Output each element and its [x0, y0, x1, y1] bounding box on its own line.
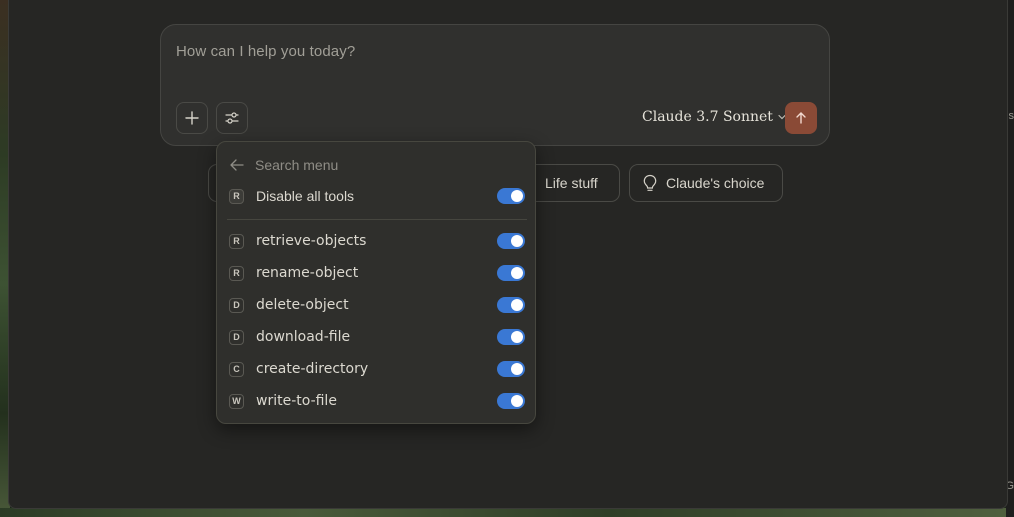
- tool-label: retrieve-objects: [256, 233, 367, 249]
- edge-glyph-top: s: [1008, 110, 1014, 122]
- tool-item-delete-object[interactable]: D delete-object: [229, 294, 525, 316]
- tool-item-download-file[interactable]: D download-file: [229, 326, 525, 348]
- toggle-switch[interactable]: [497, 393, 525, 409]
- model-selector[interactable]: Claude 3.7 Sonnet: [642, 107, 787, 127]
- menu-item-label: Disable all tools: [256, 188, 355, 204]
- tool-letter-badge: D: [229, 297, 244, 313]
- desktop-wallpaper-bottom: [0, 508, 1014, 517]
- tool-letter-badge: R: [229, 233, 244, 249]
- toggle-switch[interactable]: [497, 297, 525, 313]
- tool-letter-badge: R: [229, 265, 244, 281]
- menu-item-disable-all-tools[interactable]: R Disable all tools: [229, 185, 525, 207]
- toggle-switch[interactable]: [497, 329, 525, 345]
- menu-search[interactable]: Search menu: [229, 155, 338, 175]
- arrow-up-icon: [796, 112, 806, 124]
- tools-settings-button[interactable]: [216, 102, 248, 134]
- toggle-switch[interactable]: [497, 233, 525, 249]
- suggestion-chip-claudes-choice[interactable]: Claude's choice: [629, 164, 783, 202]
- sliders-icon: [225, 112, 239, 124]
- add-attachment-button[interactable]: [176, 102, 208, 134]
- tool-label: write-to-file: [256, 393, 337, 409]
- model-name: Claude 3.7 Sonnet: [642, 109, 773, 125]
- tool-letter-badge: W: [229, 393, 244, 409]
- tool-letter-badge: D: [229, 329, 244, 345]
- tool-label: create-directory: [256, 361, 369, 377]
- toggle-switch[interactable]: [497, 361, 525, 377]
- chip-label: Life stuff: [545, 175, 598, 191]
- chat-composer[interactable]: How can I help you today? Claude 3.7 Son…: [160, 24, 830, 146]
- tools-menu: Search menu R Disable all tools R retrie…: [216, 141, 536, 424]
- menu-divider: [227, 219, 527, 220]
- tool-item-rename-object[interactable]: R rename-object: [229, 262, 525, 284]
- toggle-switch[interactable]: [497, 265, 525, 281]
- prompt-input[interactable]: How can I help you today?: [176, 43, 355, 60]
- tool-label: rename-object: [256, 265, 359, 281]
- toggle-switch[interactable]: [497, 188, 525, 204]
- tool-item-write-to-file[interactable]: W write-to-file: [229, 390, 525, 412]
- send-button[interactable]: [785, 102, 817, 134]
- arrow-left-icon[interactable]: [229, 158, 245, 172]
- tool-label: delete-object: [256, 297, 349, 313]
- tool-item-create-directory[interactable]: C create-directory: [229, 358, 525, 380]
- plus-icon: [185, 111, 199, 125]
- tool-label: download-file: [256, 329, 351, 345]
- tool-letter-badge: C: [229, 361, 244, 377]
- tool-item-retrieve-objects[interactable]: R retrieve-objects: [229, 230, 525, 252]
- suggestion-chip-life-stuff[interactable]: Life stuff: [525, 164, 620, 202]
- chip-label: Claude's choice: [666, 175, 765, 191]
- lightbulb-icon: [643, 174, 657, 191]
- menu-search-input[interactable]: Search menu: [255, 157, 338, 173]
- tool-letter-badge: R: [229, 188, 244, 204]
